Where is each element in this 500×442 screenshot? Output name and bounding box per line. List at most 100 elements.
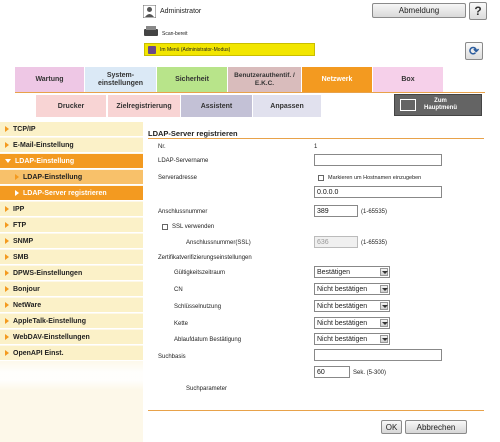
sidebar-item-ldap[interactable]: LDAP-Einstellung — [0, 154, 143, 169]
timeout-input[interactable]: 60 — [314, 366, 350, 378]
expiry-label: Ablaufdatum Bestätigung — [174, 337, 242, 343]
user-name: Administrator — [160, 8, 202, 15]
tab-customize[interactable]: Anpassen — [253, 95, 321, 117]
arrow-right-icon — [5, 142, 9, 148]
sidebar-item-label: TCP/IP — [13, 125, 36, 133]
page-title: LDAP-Server registrieren — [148, 129, 238, 138]
tab-label: Sicherheit — [175, 75, 209, 83]
ssl-port-input[interactable]: 636 — [314, 236, 358, 248]
mode-bar: Im Menü (Administrator-Modus) — [144, 43, 315, 56]
sidebar-item-ftp[interactable]: FTP — [0, 218, 143, 233]
sidebar-item-label: SNMP — [13, 237, 34, 245]
sidebar-item-label: IPP — [13, 205, 25, 213]
ok-button[interactable]: OK — [381, 420, 402, 434]
tab-label: Box — [401, 75, 415, 83]
sidebar-item-tcpip[interactable]: TCP/IP — [0, 122, 143, 137]
server-name-input[interactable] — [314, 154, 442, 166]
tab-destination[interactable]: Zielregistrierung — [108, 95, 180, 117]
sidebar-item-bonjour[interactable]: Bonjour — [0, 282, 143, 297]
sidebar-item-ipp[interactable]: IPP — [0, 202, 143, 217]
arrow-right-icon — [5, 302, 9, 308]
cn-label: CN — [174, 287, 183, 293]
sidebar-item-label: DPWS-Einstellungen — [13, 269, 83, 277]
sidebar-item-smb[interactable]: SMB — [0, 250, 143, 265]
chevron-down-icon — [380, 335, 388, 343]
tab-network[interactable]: Netzwerk — [302, 67, 372, 92]
ssl-port-label: Anschlussnummer(SSL) — [186, 240, 251, 246]
select-value: Bestätigen — [317, 268, 351, 276]
tab-system-settings[interactable]: System- einstellungen — [85, 67, 156, 92]
sidebar-item-label: E-Mail-Einstellung — [13, 141, 74, 149]
sidebar-item-appletalk[interactable]: AppleTalk-Einstellung — [0, 314, 143, 329]
arrow-right-icon — [5, 222, 9, 228]
cancel-button[interactable]: Abbrechen — [405, 420, 467, 434]
tab-label: System- einstellungen — [97, 71, 144, 87]
sidebar-item-label: LDAP-Einstellung — [23, 173, 83, 181]
tab-security[interactable]: Sicherheit — [157, 67, 227, 92]
cert-section-label: Zertifikatverifizierungseinstellungen — [158, 255, 252, 261]
arrow-down-icon — [5, 159, 11, 163]
sidebar-item-ldap-register[interactable]: LDAP-Server registrieren — [0, 186, 143, 201]
sidebar-item-webdav[interactable]: WebDAV-Einstellungen — [0, 330, 143, 345]
sidebar-item-ldap-settings[interactable]: LDAP-Einstellung — [0, 170, 143, 185]
sidebar-item-email[interactable]: E-Mail-Einstellung — [0, 138, 143, 153]
tab-label: Anpassen — [270, 102, 304, 110]
key-usage-select[interactable]: Nicht bestätigen — [314, 300, 390, 312]
logout-button[interactable]: Abmeldung — [372, 3, 466, 18]
tab-user-auth[interactable]: Benutzerauthentif. / E.K.C. — [228, 67, 301, 92]
sidebar-item-label: AppleTalk-Einstellung — [13, 317, 86, 325]
expiry-select[interactable]: Nicht bestätigen — [314, 333, 390, 345]
sidebar-item-snmp[interactable]: SNMP — [0, 234, 143, 249]
cn-select[interactable]: Nicht bestätigen — [314, 283, 390, 295]
sidebar-item-openapi[interactable]: OpenAPI Einst. — [0, 346, 143, 361]
validity-select[interactable]: Bestätigen — [314, 266, 390, 278]
sidebar-item-dpws[interactable]: DPWS-Einstellungen — [0, 266, 143, 281]
home-button[interactable]: Zum Hauptmenü — [394, 94, 482, 116]
sidebar-item-label: WebDAV-Einstellungen — [13, 333, 90, 341]
tab-printer[interactable]: Drucker — [36, 95, 106, 117]
sidebar-item-label: OpenAPI Einst. — [13, 349, 64, 357]
arrow-right-icon — [5, 254, 9, 260]
chevron-down-icon — [380, 268, 388, 276]
sidebar-item-label: LDAP-Server registrieren — [23, 189, 107, 197]
tab-label: Wartung — [35, 75, 64, 83]
chevron-down-icon — [380, 319, 388, 327]
tab-wartung[interactable]: Wartung — [15, 67, 84, 92]
tab-wizard[interactable]: Assistent — [181, 95, 252, 117]
server-address-input[interactable]: 0.0.0.0 — [314, 186, 442, 198]
chevron-down-icon — [380, 285, 388, 293]
port-input[interactable]: 389 — [314, 205, 358, 217]
sidebar-item-label: Bonjour — [13, 285, 40, 293]
nr-label: Nr. — [158, 144, 166, 150]
select-value: Nicht bestätigen — [317, 302, 368, 310]
home-icon — [400, 99, 416, 111]
ssl-port-range: (1-65535) — [361, 240, 388, 246]
refresh-icon: ⟳ — [468, 44, 480, 58]
key-usage-label: Schlüsselnutzung — [174, 304, 222, 310]
nr-value: 1 — [314, 144, 318, 150]
chain-label: Kette — [174, 321, 189, 327]
validity-label: Gültigkeitszeitraum — [174, 270, 226, 276]
server-address-label: Serveradresse — [158, 175, 198, 181]
hostname-checkbox[interactable] — [318, 175, 324, 181]
ssl-checkbox[interactable] — [162, 224, 168, 230]
tab-label: Drucker — [57, 102, 85, 110]
hostname-check-label: Markieren um Hostnamen einzugeben — [328, 175, 422, 181]
select-value: Nicht bestätigen — [317, 319, 368, 327]
status-text: Scan-bereit — [162, 31, 188, 37]
arrow-right-icon — [15, 190, 19, 196]
bottom-divider — [148, 410, 484, 411]
sidebar-item-netware[interactable]: NetWare — [0, 298, 143, 313]
tab-label: Assistent — [200, 102, 233, 110]
ssl-label: SSL verwenden — [172, 224, 215, 230]
chain-select[interactable]: Nicht bestätigen — [314, 317, 390, 329]
arrow-right-icon — [5, 318, 9, 324]
refresh-button[interactable]: ⟳ — [465, 42, 483, 60]
sidebar-item-label: LDAP-Einstellung — [15, 157, 75, 165]
help-button[interactable]: ? — [469, 2, 487, 20]
timeout-unit: Sek. (5-300) — [353, 370, 387, 376]
tab-divider — [15, 92, 485, 93]
arrow-right-icon — [5, 206, 9, 212]
tab-box[interactable]: Box — [373, 67, 443, 92]
sidebar-item-label: FTP — [13, 221, 27, 229]
